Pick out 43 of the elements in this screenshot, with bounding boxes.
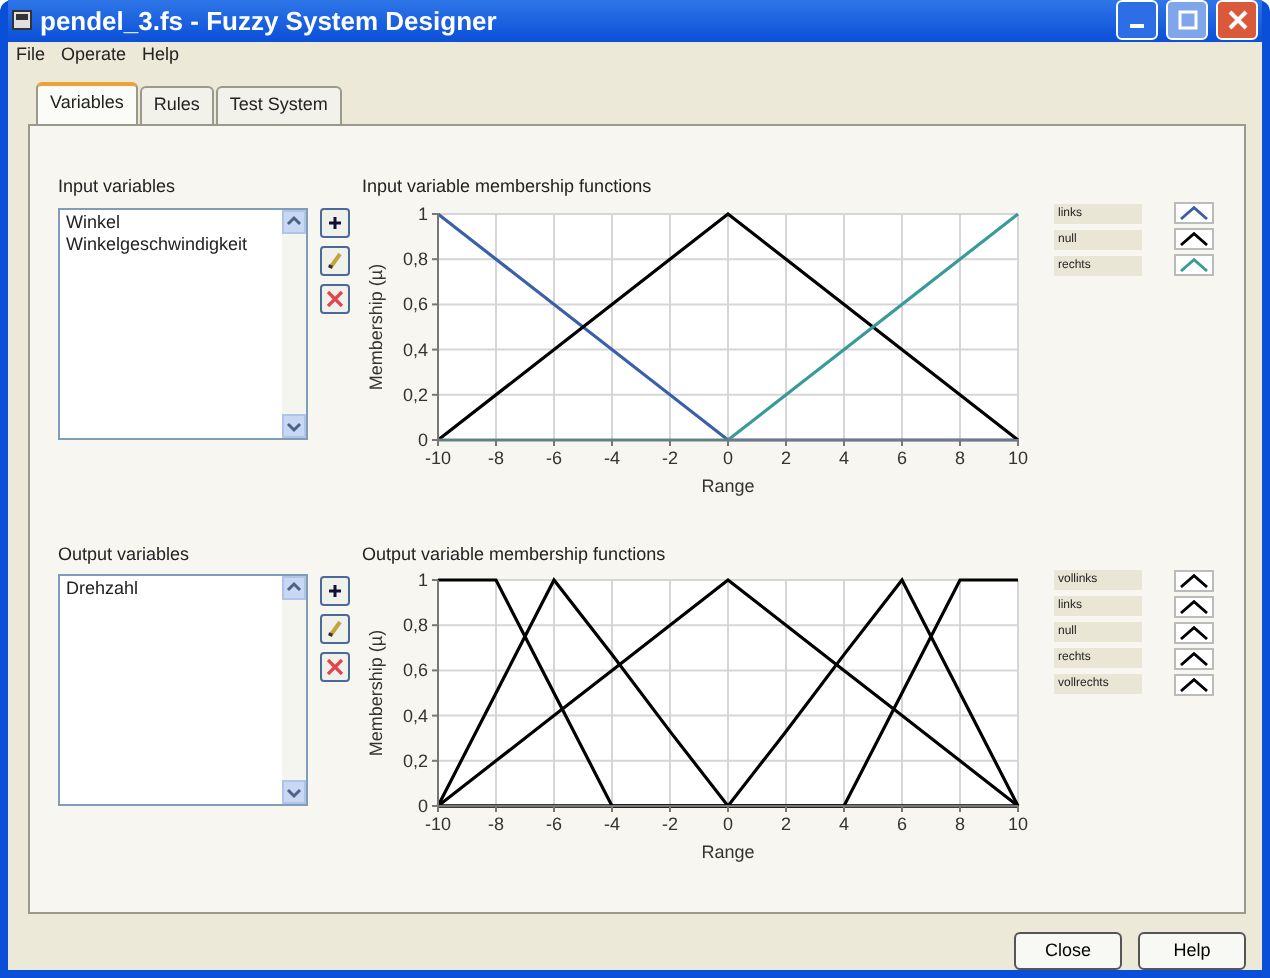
tick-label: 0,6 [402,293,428,314]
chart-title: Input variable membership functions [362,174,654,200]
axis-label: Membership (µ) [366,262,386,390]
tick-label: -6 [546,447,562,467]
window-title: pendel_3.fs - Fuzzy System Designer [40,3,497,40]
tick-label: 8 [955,447,965,467]
tick-label: 0 [417,429,428,449]
tick-label: -4 [604,447,620,467]
tick-label: -10 [425,447,451,467]
tick-label: 4 [839,447,849,467]
tick-label: 0 [723,447,733,467]
tick-label: -4 [604,814,620,834]
tick-label: -8 [488,814,504,834]
axis-label: Range [701,842,755,862]
axis-label: Range [701,475,755,495]
list-label: Input variables [58,174,178,200]
tick-label: 1 [417,570,428,590]
tick-label: 0,2 [402,383,428,404]
tick-label: 10 [1008,447,1028,467]
axis-label: Membership (µ) [366,629,386,757]
tick-label: -2 [662,447,678,467]
tick-label: 2 [781,814,791,834]
tick-label: 1 [417,203,428,223]
tick-label: 2 [781,447,791,467]
list-label: Output variables [58,541,192,568]
tick-label: 0,8 [402,248,428,269]
tick-label: 0,8 [402,615,428,636]
tick-label: -2 [662,814,678,834]
chart-title: Output variable membership functions [362,541,668,568]
tick-label: 4 [839,814,849,834]
tick-label: 0 [417,796,428,816]
tick-label: 0 [723,814,733,834]
tick-label: -10 [425,814,451,834]
tick-label: 6 [897,814,907,834]
tick-label: -6 [546,814,562,834]
tick-label: 0,2 [402,750,428,771]
tick-label: 0,4 [402,705,428,726]
tick-label: 6 [897,447,907,467]
tick-label: 0,6 [402,660,428,681]
tick-label: -8 [488,447,504,467]
tick-label: 10 [1008,814,1028,834]
tick-label: 0,4 [402,338,428,359]
tick-label: 8 [955,814,965,834]
